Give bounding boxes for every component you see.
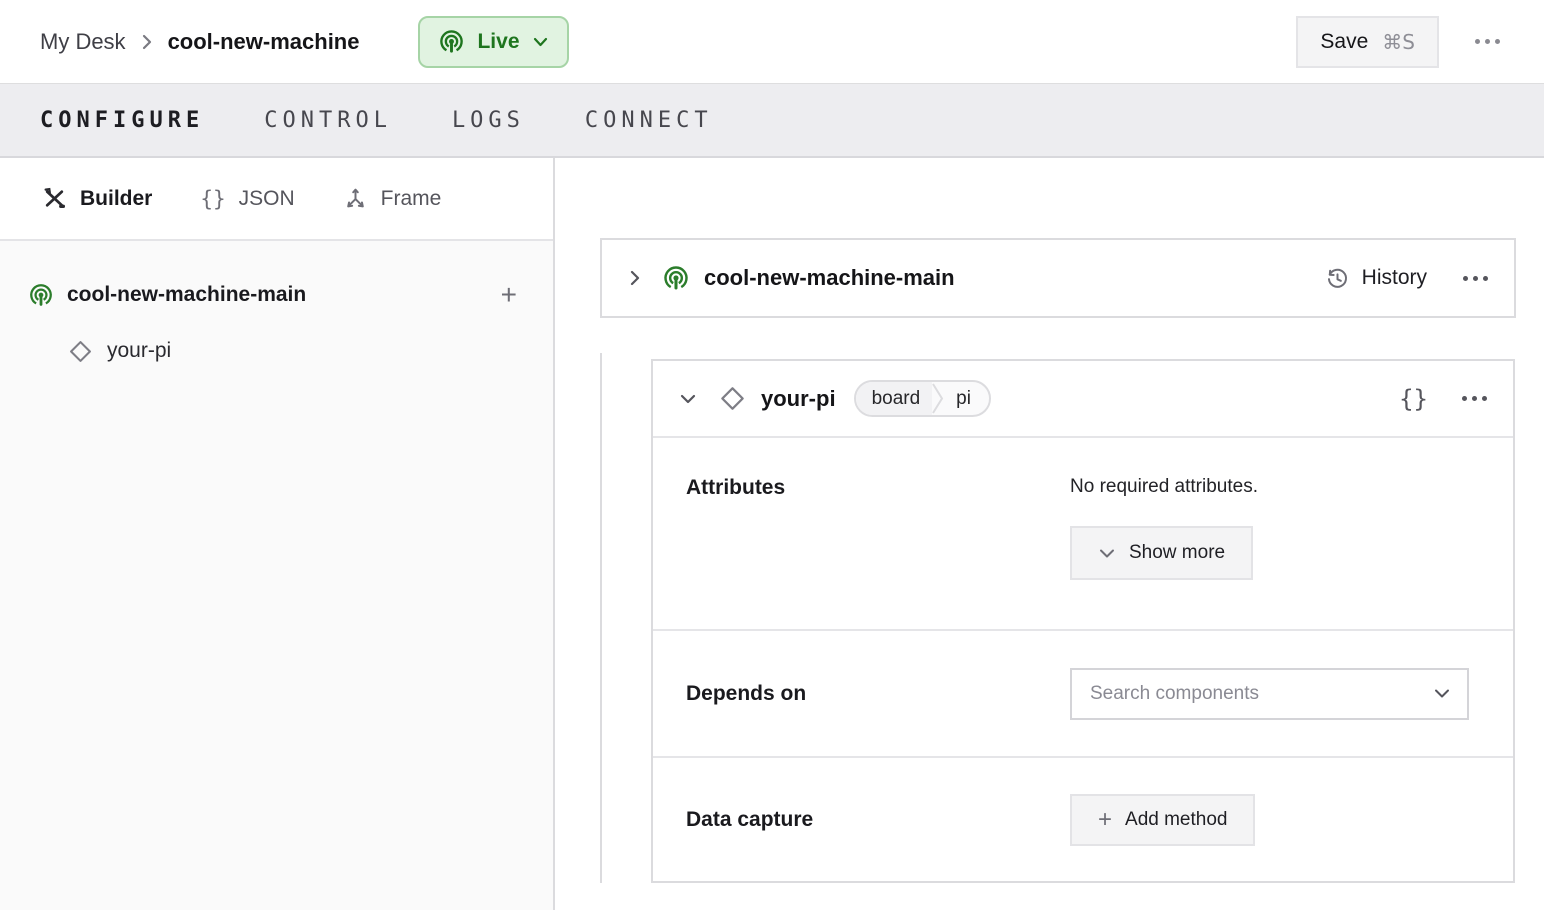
add-component-button[interactable]: + <box>501 281 517 309</box>
component-type-tag: board <box>855 382 933 415</box>
component-card-your-pi: your-pi board pi {} Attributes No requir… <box>651 359 1515 883</box>
component-card-title: your-pi <box>761 385 836 411</box>
view-builder-label: Builder <box>80 186 153 210</box>
chevron-down-icon <box>532 36 549 48</box>
tab-logs[interactable]: LOGS <box>452 108 525 133</box>
breadcrumb-parent-link[interactable]: My Desk <box>40 29 126 55</box>
save-shortcut-hint: ⌘S <box>1382 29 1415 54</box>
component-card-header: your-pi board pi {} <box>653 361 1513 438</box>
tree-item-machine-main[interactable]: cool-new-machine-main + <box>0 271 553 319</box>
depends-on-section-label: Depends on <box>686 681 807 705</box>
breadcrumb: My Desk cool-new-machine Live <box>40 15 569 68</box>
component-diamond-icon <box>68 339 93 364</box>
view-frame[interactable]: Frame <box>343 186 442 211</box>
chevron-down-icon <box>1433 687 1451 700</box>
machine-part-card-title: cool-new-machine-main <box>704 265 955 290</box>
save-button-label: Save <box>1320 29 1369 53</box>
braces-icon: {} <box>200 186 226 211</box>
tag-divider-chevron-icon <box>932 382 944 415</box>
attributes-section: Attributes No required attributes. Show … <box>653 438 1513 631</box>
collapse-chevron-down-icon[interactable] <box>677 388 699 410</box>
tree-item-machine-main-label: cool-new-machine-main <box>67 283 307 306</box>
edit-json-braces-icon[interactable]: {} <box>1399 385 1428 413</box>
primary-tab-bar: CONFIGURE CONTROL LOGS CONNECT <box>0 83 1544 158</box>
view-json[interactable]: {} JSON <box>200 187 294 211</box>
view-switcher: Builder {} JSON Frame <box>0 158 553 241</box>
search-components-input[interactable] <box>1090 682 1433 705</box>
topbar-overflow-menu-icon[interactable] <box>1475 39 1500 44</box>
component-diamond-icon <box>719 385 746 412</box>
machine-live-icon <box>662 264 690 292</box>
chevron-down-icon <box>1098 547 1116 560</box>
component-card-overflow-menu-icon[interactable] <box>1462 396 1487 401</box>
history-button[interactable]: History <box>1325 266 1427 291</box>
component-type-model-tag: board pi <box>853 380 991 417</box>
breadcrumb-chevron-icon <box>140 31 154 53</box>
frame-axes-icon <box>343 186 368 211</box>
data-capture-section-label: Data capture <box>686 807 814 831</box>
history-button-label: History <box>1361 266 1427 289</box>
expand-chevron-right-icon[interactable] <box>624 267 646 289</box>
view-json-label: JSON <box>238 186 295 210</box>
component-model-tag: pi <box>956 387 971 409</box>
tab-configure[interactable]: CONFIGURE <box>40 108 204 133</box>
view-frame-label: Frame <box>380 186 442 210</box>
machine-live-icon <box>28 282 54 308</box>
data-capture-section: Data capture + Add method <box>653 758 1513 881</box>
machine-card-overflow-menu-icon[interactable] <box>1463 275 1488 281</box>
machine-live-icon <box>438 28 465 55</box>
tree-item-your-pi-label: your-pi <box>107 339 172 362</box>
show-more-button-label: Show more <box>1129 542 1226 563</box>
live-status-dropdown[interactable]: Live <box>418 15 569 68</box>
attributes-empty-text: No required attributes. <box>1070 476 1258 497</box>
configure-sidebar: Builder {} JSON Frame cool-new-machine-m… <box>0 158 555 910</box>
history-clock-icon <box>1325 266 1350 291</box>
show-more-button[interactable]: Show more <box>1070 526 1254 580</box>
tree-item-your-pi[interactable]: your-pi <box>0 327 553 375</box>
save-button[interactable]: Save ⌘S <box>1296 15 1439 68</box>
add-method-button-label: Add method <box>1125 808 1228 830</box>
tools-icon <box>42 186 67 211</box>
tab-connect[interactable]: CONNECT <box>585 108 713 133</box>
machine-part-tree: cool-new-machine-main + your-pi <box>0 241 553 375</box>
machine-name-title: cool-new-machine <box>167 28 360 54</box>
tree-connector-line <box>600 353 602 883</box>
plus-icon: + <box>1098 805 1113 833</box>
top-bar: My Desk cool-new-machine Live Save ⌘S <box>0 0 1544 83</box>
add-method-button[interactable]: + Add method <box>1070 793 1256 846</box>
attributes-section-label: Attributes <box>686 476 786 499</box>
live-status-label: Live <box>477 29 520 53</box>
depends-on-section: Depends on <box>653 631 1513 758</box>
machine-part-card: cool-new-machine-main History <box>600 238 1516 318</box>
view-builder[interactable]: Builder <box>42 186 152 211</box>
configure-main-pane: cool-new-machine-main History your-pi bo… <box>555 158 1544 910</box>
tab-control[interactable]: CONTROL <box>264 108 392 133</box>
depends-on-select[interactable] <box>1070 667 1469 720</box>
